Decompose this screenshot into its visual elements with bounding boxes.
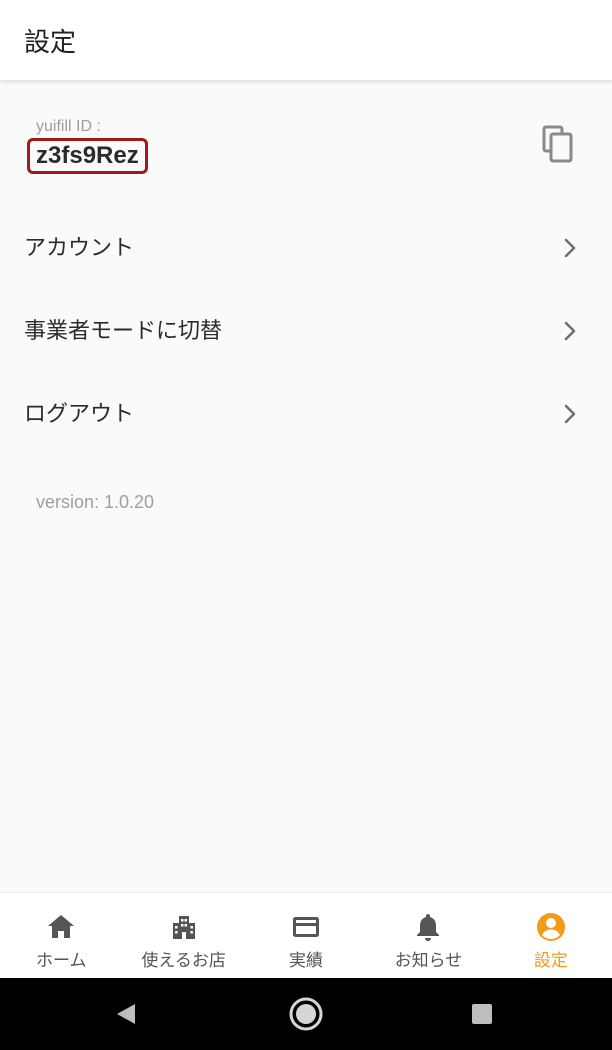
home-circle-icon — [289, 997, 323, 1031]
recents-icon — [472, 1004, 492, 1024]
copy-button[interactable] — [540, 124, 576, 164]
chevron-right-icon — [564, 404, 576, 424]
id-value: z3fs9Rez — [27, 138, 148, 174]
home-icon — [48, 915, 75, 938]
chevron-right-icon — [564, 321, 576, 341]
credit-card-icon — [293, 917, 320, 937]
id-label: yuifill ID : — [36, 118, 101, 135]
menu-item-label: ログアウト — [24, 402, 135, 427]
app-bar: 設定 — [0, 0, 612, 80]
menu-item-logout[interactable]: ログアウト — [0, 372, 612, 455]
building-icon — [172, 916, 195, 939]
account-circle-icon — [536, 913, 565, 941]
nav-label: 使えるお店 — [141, 951, 226, 971]
nav-item-settings[interactable]: 設定 — [490, 893, 612, 979]
back-icon — [117, 1004, 135, 1024]
system-back-button[interactable] — [105, 992, 149, 1036]
settings-menu: アカウント 事業者モードに切替 ログアウト — [0, 206, 612, 455]
bell-icon — [417, 914, 440, 941]
bottom-nav: ホーム 使えるお店 実績 お知らせ 設定 — [0, 892, 612, 979]
nav-label: 設定 — [533, 951, 568, 971]
copy-icon — [542, 125, 573, 163]
menu-item-switch-business-mode[interactable]: 事業者モードに切替 — [0, 289, 612, 372]
nav-label: 実績 — [289, 951, 324, 971]
menu-item-label: アカウント — [24, 236, 135, 261]
nav-item-notifications[interactable]: お知らせ — [367, 893, 489, 979]
chevron-right-icon — [564, 238, 576, 258]
nav-item-results[interactable]: 実績 — [245, 893, 367, 979]
system-recents-button[interactable] — [460, 992, 504, 1036]
nav-item-shops[interactable]: 使えるお店 — [122, 893, 244, 979]
nav-label: お知らせ — [394, 951, 463, 971]
menu-item-label: 事業者モードに切替 — [24, 319, 223, 344]
version-text: version: 1.0.20 — [36, 492, 155, 512]
menu-item-account[interactable]: アカウント — [0, 206, 612, 289]
system-home-button[interactable] — [284, 992, 328, 1036]
nav-item-home[interactable]: ホーム — [0, 893, 122, 979]
id-section: yuifill ID : z3fs9Rez — [0, 112, 612, 192]
page-title: 設定 — [24, 28, 77, 58]
system-nav-bar — [0, 978, 612, 1050]
nav-label: ホーム — [35, 951, 87, 971]
